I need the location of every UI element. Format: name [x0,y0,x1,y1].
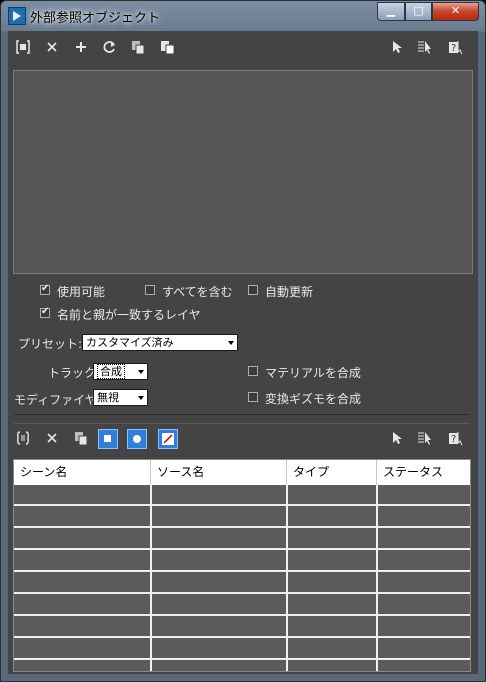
preset-value: カスタマイズ済み [86,336,174,349]
maximize-button[interactable]: □ [405,2,432,21]
preset-dropdown[interactable]: カスタマイズ済み [82,334,238,351]
column-header-status[interactable]: ステータス [377,460,470,485]
column-header-scene-name[interactable]: シーン名 [14,460,151,485]
enabled-checkbox[interactable] [40,283,50,295]
title-bar[interactable]: 外部参照オブジェクト ▁ □ ✕ [1,1,485,31]
merge-transform-gizmo-checkbox[interactable] [248,392,258,402]
enabled-label: 使用可能 [57,285,106,299]
select-cursor-icon[interactable] [388,430,406,448]
delete-x-icon[interactable] [43,39,61,57]
column-divider [150,485,152,671]
xref-objects-window: 外部参照オブジェクト ▁ □ ✕ ? ✔ 使用可能 すべてを含む 自動更新 ✔ … [0,0,486,682]
bracket-object-icon[interactable] [14,39,32,57]
table-row[interactable] [14,617,470,638]
dialog-client: ? 使用可能 すべてを含む 自動更新 名前と親が一致するレイヤ プリセット: カ… [8,31,478,674]
track-value: 合成 [97,364,125,379]
modifier-value: 無視 [97,391,119,404]
auto-update-label: 自動更新 [265,285,314,299]
copy-icon[interactable] [72,430,90,448]
table-row[interactable] [14,639,470,660]
track-dropdown[interactable]: 合成 [93,363,148,380]
chevron-down-icon [228,341,234,345]
bracket-record-icon[interactable] [14,430,32,448]
svg-text:?: ? [451,434,456,445]
close-button[interactable]: ✕ [432,2,479,21]
svg-text:?: ? [451,43,456,54]
include-all-checkbox[interactable] [145,285,155,295]
minimize-button[interactable]: ▁ [377,2,405,21]
chevron-down-icon [138,370,144,374]
refresh-icon[interactable] [100,39,118,57]
sphere-mode-button[interactable] [127,429,147,449]
select-list-icon[interactable] [416,39,434,57]
match-parent-layer-checkbox[interactable] [40,306,50,318]
app-logo-icon [8,7,26,25]
merge-transform-gizmo-label: 変換ギズモを合成 [265,392,362,406]
select-cursor-icon[interactable] [388,39,406,57]
add-plus-icon[interactable] [72,39,90,57]
column-divider [286,485,288,671]
table-row[interactable] [14,529,470,550]
match-parent-layer-label: 名前と親が一致するレイヤ [57,308,201,322]
column-header-source-name[interactable]: ソース名 [151,460,287,485]
edit-mode-button[interactable] [158,429,178,449]
edit-mode-icon [162,433,174,445]
merged-records-table[interactable]: シーン名 ソース名 タイプ ステータス [13,459,471,672]
auto-update-checkbox[interactable] [248,285,258,295]
table-row[interactable] [14,595,470,616]
paste-icon[interactable] [158,39,176,57]
xref-object-list[interactable] [13,70,473,274]
table-row[interactable] [14,507,470,528]
table-row[interactable] [14,485,470,506]
window-title: 外部参照オブジェクト [30,11,161,26]
sphere-mode-icon [133,435,141,443]
object-mode-icon [104,435,111,442]
preset-label: プリセット: [18,337,83,351]
select-list-icon[interactable] [416,430,434,448]
table-row[interactable] [14,551,470,572]
table-row[interactable] [14,573,470,594]
delete-x-icon[interactable] [43,430,61,448]
column-header-type[interactable]: タイプ [287,460,377,485]
section-separator [14,414,470,424]
help-icon[interactable]: ? [447,39,465,57]
help-icon[interactable]: ? [447,430,465,448]
table-header: シーン名 ソース名 タイプ ステータス [14,460,470,485]
include-all-label: すべてを含む [162,285,233,299]
copy-icon[interactable] [129,39,147,57]
modifier-dropdown[interactable]: 無視 [93,389,148,406]
chevron-down-icon [138,396,144,400]
object-mode-button[interactable] [98,429,118,449]
merge-material-label: マテリアルを合成 [265,366,361,380]
merge-material-checkbox[interactable] [248,366,258,376]
column-divider [376,485,378,671]
